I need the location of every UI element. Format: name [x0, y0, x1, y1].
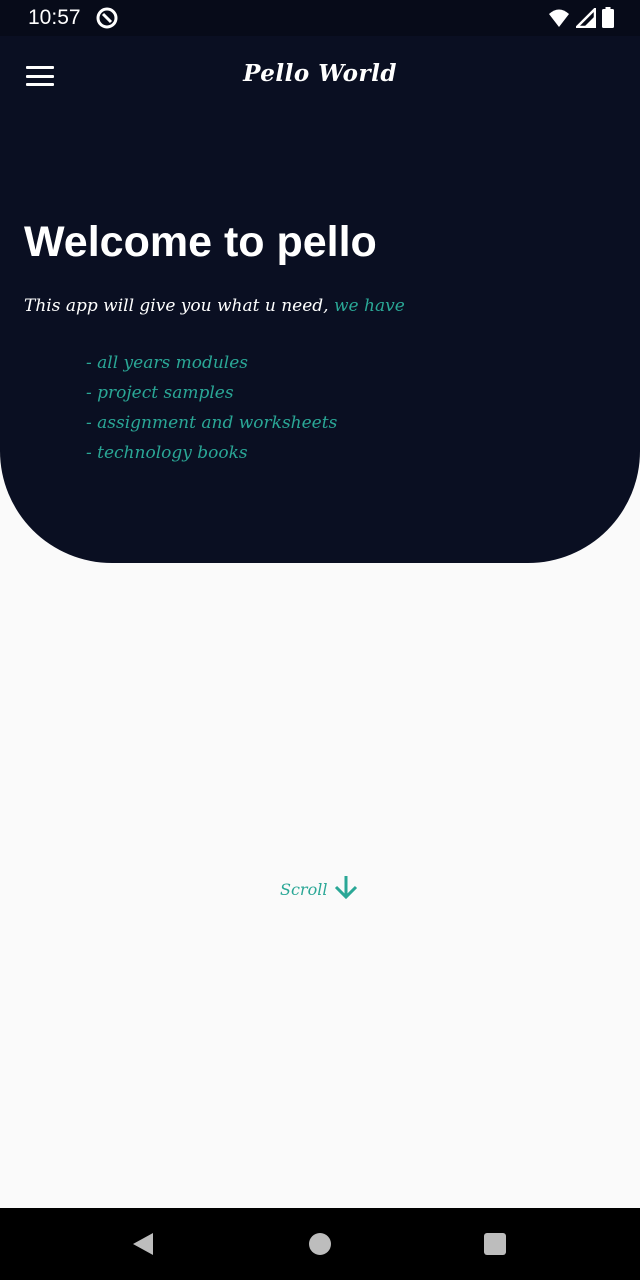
list-item: - project samples: [86, 383, 234, 403]
status-time: 10:57: [28, 6, 81, 29]
recents-icon[interactable]: [484, 1233, 506, 1255]
scroll-hint[interactable]: Scroll: [280, 874, 359, 904]
welcome-title: Welcome to pello: [24, 218, 377, 266]
intro-text-accent: we have: [334, 296, 405, 316]
hero-header: Pello World Welcome to pello This app wi…: [0, 36, 640, 563]
battery-icon: [602, 7, 614, 32]
status-bar: 10:57: [0, 0, 640, 36]
list-item: - technology books: [86, 443, 248, 463]
list-item: - assignment and worksheets: [86, 413, 338, 433]
app-title: Pello World: [243, 60, 397, 87]
list-item: - all years modules: [86, 353, 249, 373]
features-list: - all years modules - project samples - …: [86, 348, 337, 468]
app-notification-icon: [96, 7, 118, 33]
scroll-label: Scroll: [280, 879, 328, 899]
back-icon[interactable]: [132, 1232, 154, 1260]
home-icon[interactable]: [309, 1233, 331, 1255]
arrow-down-icon: [333, 874, 359, 904]
wifi-icon: [548, 8, 570, 32]
intro-text: This app will give you what u need, we h…: [24, 296, 405, 316]
intro-text-main: This app will give you what u need,: [24, 296, 329, 316]
signal-icon: [573, 5, 597, 32]
system-navigation-bar: [0, 1208, 640, 1280]
